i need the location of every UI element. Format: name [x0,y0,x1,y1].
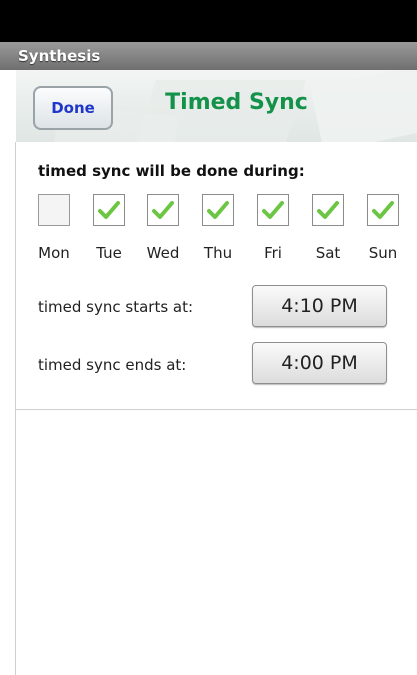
header-banner: Done Timed Sync [16,70,417,142]
day-label-mon: Mon [38,244,70,262]
day-label-fri: Fri [264,244,282,262]
day-label-sat: Sat [315,244,341,262]
page-title: Timed Sync [165,90,308,115]
check-icon [98,201,120,219]
end-time-label: timed sync ends at: [38,356,187,374]
check-icon [152,201,174,219]
day-label-sun: Sun [368,244,398,262]
checkbox-thu[interactable] [202,194,234,226]
start-time-label: timed sync starts at: [38,298,194,316]
checkbox-sun[interactable] [367,194,399,226]
check-icon [262,201,284,219]
start-time-button[interactable]: 4:10 PM [252,285,387,327]
section-divider [16,409,417,410]
section-label: timed sync will be done during: [38,162,305,180]
schedule-panel: timed sync will be done during: Mon Tue … [16,142,417,410]
day-label-tue: Tue [96,244,122,262]
check-icon [372,201,394,219]
app-title: Synthesis [18,47,101,65]
day-label-wed: Wed [146,244,180,262]
checkbox-fri[interactable] [257,194,289,226]
app-title-bar: Synthesis [0,42,417,70]
check-icon [317,201,339,219]
status-bar [0,0,417,42]
check-icon [207,201,229,219]
day-label-thu: Thu [203,244,233,262]
end-time-button[interactable]: 4:00 PM [252,342,387,384]
checkbox-wed[interactable] [147,194,179,226]
checkbox-tue[interactable] [93,194,125,226]
checkbox-sat[interactable] [312,194,344,226]
checkbox-mon[interactable] [38,194,70,226]
